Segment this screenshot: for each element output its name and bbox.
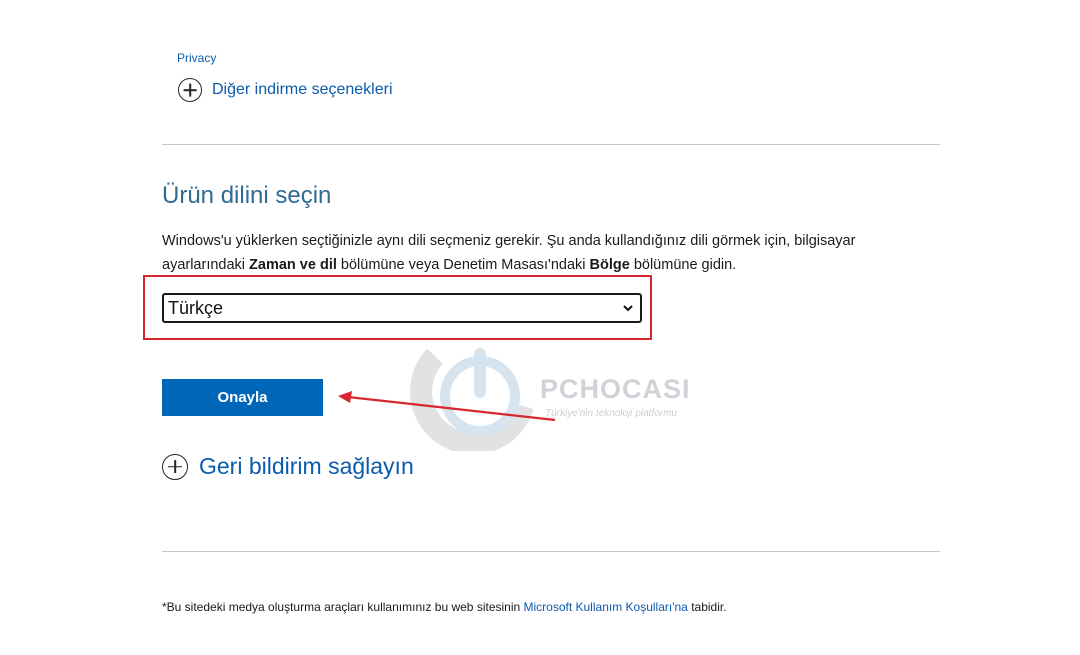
divider <box>162 144 940 145</box>
plus-circle-icon <box>178 78 202 102</box>
section-title: Ürün dilini seçin <box>162 182 332 209</box>
chevron-down-icon <box>623 305 633 312</box>
description-bold-region: Bölge <box>589 257 630 273</box>
language-select-value: Türkçe <box>168 297 224 318</box>
footer-note: *Bu sitedeki medya oluşturma araçları ku… <box>162 600 727 614</box>
terms-of-use-link[interactable]: Microsoft Kullanım Koşulları'na <box>524 600 688 614</box>
watermark-tagline: Türkiye'nin teknoloji platformu <box>545 408 677 419</box>
language-select[interactable]: Türkçe <box>162 293 642 323</box>
watermark-brand: PCHOCASI <box>540 374 691 404</box>
divider <box>162 551 940 552</box>
download-options-label: Diğer indirme seçenekleri <box>212 81 393 98</box>
footer-text: tabidir. <box>687 600 727 614</box>
privacy-link[interactable]: Privacy <box>177 51 216 65</box>
feedback-expander[interactable]: Geri bildirim sağlayın <box>162 453 414 480</box>
confirm-button[interactable]: Onayla <box>162 379 323 416</box>
description-bold-time-language: Zaman ve dil <box>249 257 337 273</box>
red-arrow-annotation <box>338 391 556 422</box>
feedback-label: Geri bildirim sağlayın <box>199 453 414 479</box>
language-description: Windows'u yüklerken seçtiğinizle aynı di… <box>162 229 942 277</box>
download-options-expander[interactable]: Diğer indirme seçenekleri <box>178 78 393 102</box>
description-text: bölümüne gidin. <box>629 257 737 273</box>
description-text: bölümüne veya Denetim Masası'ndaki <box>336 257 590 273</box>
footer-text: *Bu sitedeki medya oluşturma araçları ku… <box>162 600 524 614</box>
plus-circle-icon <box>162 453 188 480</box>
page: Privacy Diğer indirme seçenekleri Ürün d… <box>0 0 1080 655</box>
